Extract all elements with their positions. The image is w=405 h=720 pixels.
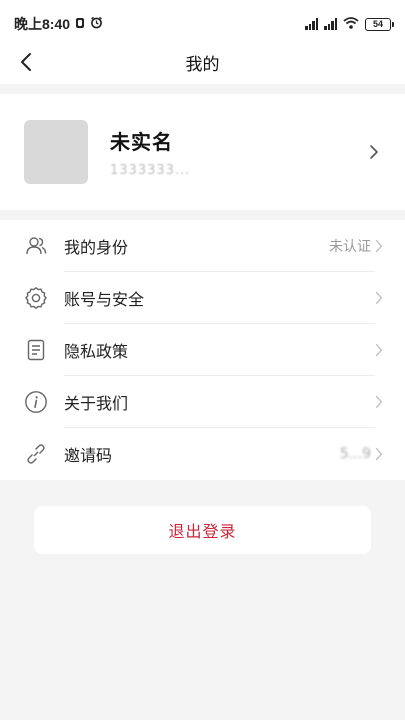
chevron-right-icon bbox=[375, 343, 385, 357]
menu-item-invite-code[interactable]: 邀请码 5...9 bbox=[0, 428, 405, 480]
profile-name: 未实名 bbox=[110, 130, 173, 154]
alarm-icon bbox=[90, 16, 103, 32]
gear-icon bbox=[24, 286, 48, 310]
menu-item-identity[interactable]: 我的身份 未认证 bbox=[0, 220, 405, 272]
profile-card[interactable]: 未实名 1333333... bbox=[0, 94, 405, 210]
notification-icon bbox=[74, 16, 86, 32]
menu-label: 关于我们 bbox=[64, 394, 129, 413]
chevron-left-icon bbox=[21, 53, 31, 71]
status-right: 54 bbox=[305, 16, 394, 32]
profile-phone: 1333333... bbox=[110, 163, 191, 178]
profile-info: 未实名 1333333... bbox=[110, 126, 369, 178]
chevron-right-icon bbox=[375, 239, 385, 253]
menu-item-privacy-policy[interactable]: 隐私政策 bbox=[0, 324, 405, 376]
logout-button[interactable]: 退出登录 bbox=[34, 506, 371, 554]
avatar[interactable] bbox=[24, 120, 88, 184]
info-icon bbox=[24, 390, 48, 414]
menu-label: 邀请码 bbox=[64, 446, 113, 465]
identity-status: 未认证 bbox=[329, 239, 371, 255]
invite-code-value: 5...9 bbox=[339, 446, 371, 462]
menu-label: 账号与安全 bbox=[64, 290, 145, 309]
chevron-right-icon bbox=[375, 447, 385, 461]
back-button[interactable] bbox=[12, 48, 40, 76]
status-time: 晚上8:40 bbox=[14, 16, 71, 32]
link-icon bbox=[24, 442, 48, 466]
battery-icon: 54 bbox=[365, 17, 394, 31]
signal-icon-2 bbox=[324, 18, 337, 30]
users-icon bbox=[24, 234, 48, 258]
menu-label: 隐私政策 bbox=[64, 342, 129, 361]
document-icon bbox=[24, 338, 48, 362]
status-left: 晚上8:40 bbox=[14, 14, 103, 34]
menu-label: 我的身份 bbox=[64, 238, 129, 257]
chevron-right-icon bbox=[375, 395, 385, 409]
signal-icon bbox=[305, 18, 318, 30]
menu-item-about-us[interactable]: 关于我们 bbox=[0, 376, 405, 428]
settings-menu: 我的身份 未认证 账号与安全 隐私政策 关于我们 邀请码 5...9 bbox=[0, 220, 405, 480]
page-title: 我的 bbox=[185, 54, 220, 75]
wifi-icon bbox=[343, 16, 359, 32]
menu-item-account-security[interactable]: 账号与安全 bbox=[0, 272, 405, 324]
chevron-right-icon bbox=[375, 291, 385, 305]
chevron-right-icon bbox=[369, 144, 381, 160]
nav-bar: 我的 bbox=[0, 40, 405, 84]
